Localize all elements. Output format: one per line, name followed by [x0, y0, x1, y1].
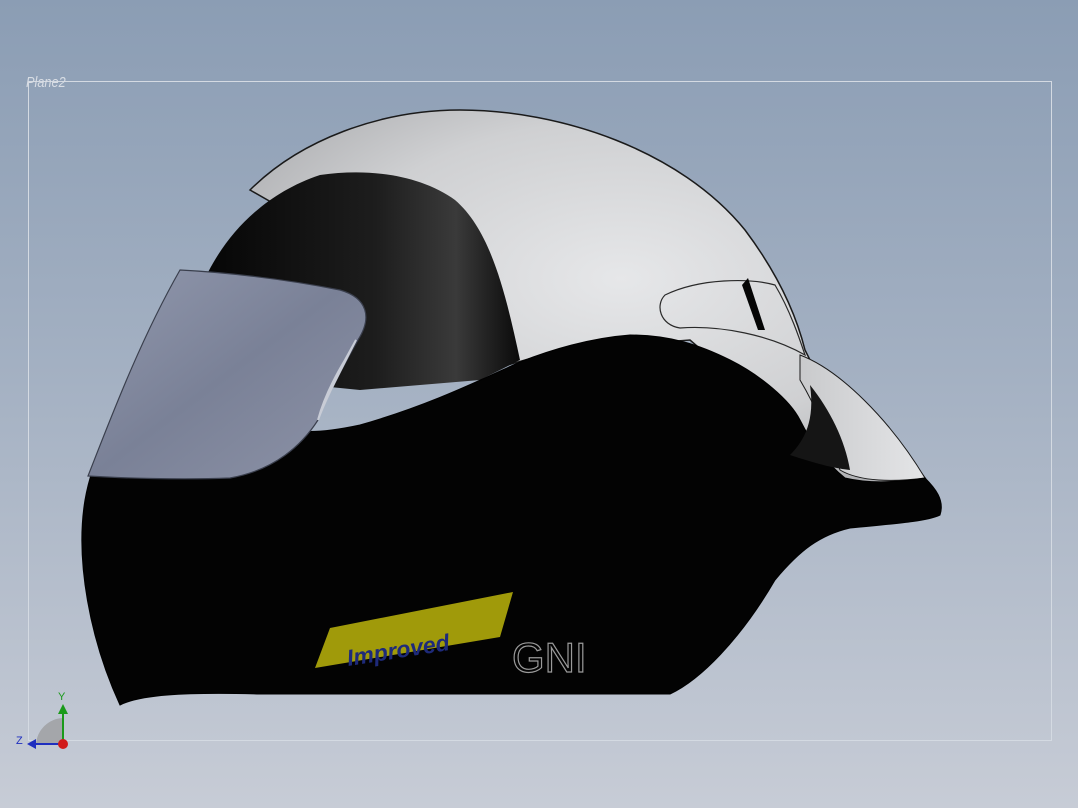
z-axis-label[interactable]: Z	[16, 735, 23, 747]
brand-outline-text[interactable]: GNI	[511, 633, 587, 681]
y-axis-arrow[interactable]	[58, 704, 68, 714]
x-axis-dot[interactable]	[58, 739, 68, 749]
coordinate-triad[interactable]: Y Z	[16, 691, 68, 749]
triad-shade[interactable]	[36, 718, 63, 744]
y-axis-label[interactable]: Y	[58, 691, 66, 703]
graphics-viewport[interactable]: Plane2 Improved GNI Y Z	[0, 0, 1078, 808]
z-axis-arrow[interactable]	[27, 739, 36, 749]
helmet-model[interactable]: Improved GNI Y Z	[0, 0, 1078, 808]
